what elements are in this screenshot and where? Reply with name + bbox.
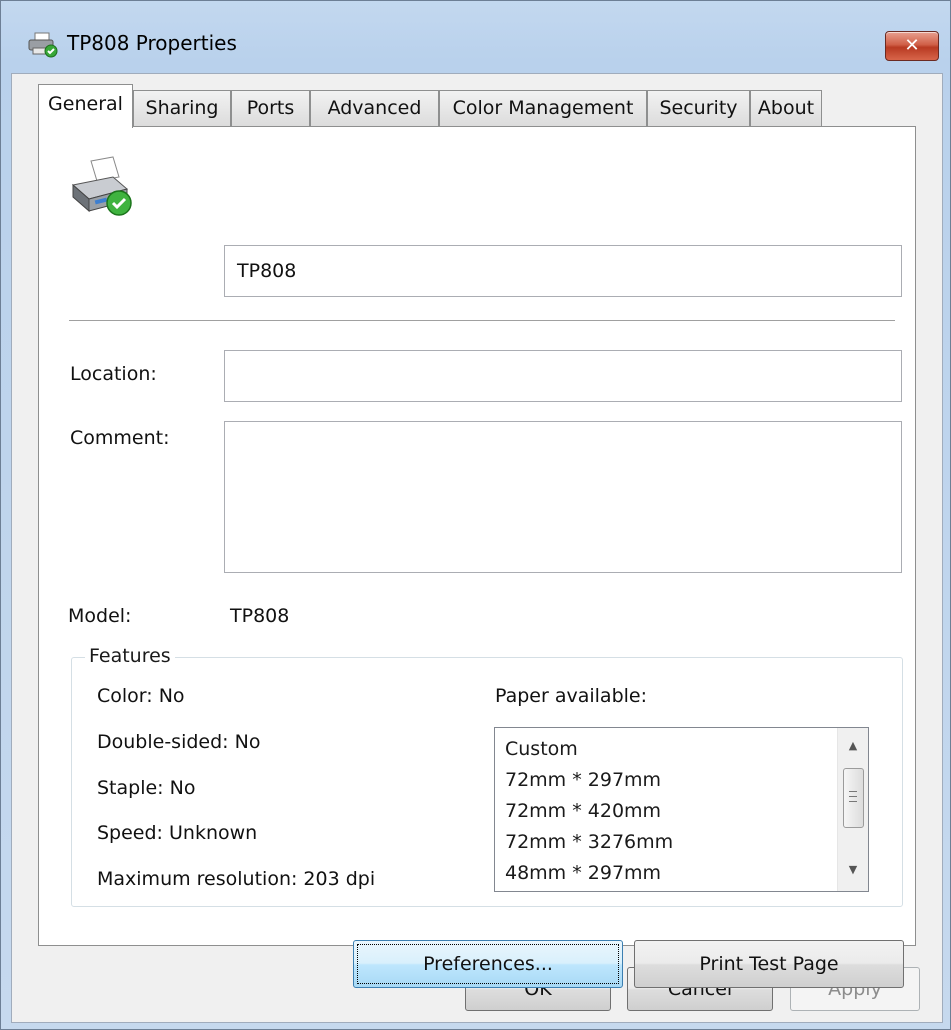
printer-icon <box>28 32 58 58</box>
feature-speed: Speed: Unknown <box>97 822 258 844</box>
paper-list[interactable]: Custom 72mm * 297mm 72mm * 420mm 72mm * … <box>494 727 869 892</box>
model-label: Model: <box>68 605 132 627</box>
list-item[interactable]: 48mm * 297mm <box>505 858 673 889</box>
tab-sharing[interactable]: Sharing <box>133 90 231 126</box>
feature-double-sided: Double-sided: No <box>97 731 261 753</box>
separator <box>69 320 895 322</box>
dialog-client: General Sharing Ports Advanced Color Man… <box>11 73 943 1023</box>
tab-general[interactable]: General <box>38 84 133 128</box>
location-label: Location: <box>70 363 157 385</box>
tab-color-management[interactable]: Color Management <box>439 90 647 126</box>
window-title: TP808 Properties <box>67 31 237 55</box>
scroll-up-icon[interactable]: ▲ <box>838 734 868 758</box>
feature-staple: Staple: No <box>97 777 196 799</box>
paper-list-scrollbar[interactable]: ▲ ▼ <box>837 728 868 891</box>
scrollbar-thumb[interactable] <box>843 768 864 828</box>
tab-security[interactable]: Security <box>647 90 750 126</box>
list-item[interactable]: 72mm * 3276mm <box>505 827 673 858</box>
paper-available-label: Paper available: <box>495 685 648 707</box>
tab-ports[interactable]: Ports <box>231 90 310 126</box>
properties-window: TP808 Properties ✕ General Sharing Ports… <box>0 0 951 1030</box>
title-bar[interactable]: TP808 Properties ✕ <box>1 1 950 73</box>
comment-field[interactable] <box>224 421 902 573</box>
features-legend: Features <box>85 645 175 667</box>
feature-color: Color: No <box>97 685 185 707</box>
preferences-button[interactable]: Preferences... <box>353 940 623 988</box>
scroll-down-icon[interactable]: ▼ <box>838 858 868 882</box>
model-value: TP808 <box>230 605 290 627</box>
list-item[interactable]: 72mm * 297mm <box>505 765 673 796</box>
printer-name-field[interactable]: TP808 <box>224 245 902 297</box>
feature-max-resolution: Maximum resolution: 203 dpi <box>97 868 376 890</box>
comment-label: Comment: <box>70 427 170 449</box>
tab-about[interactable]: About <box>750 90 822 126</box>
close-button[interactable]: ✕ <box>885 31 939 61</box>
general-tab-panel: TP808 Location: Comment: Model: TP808 Fe… <box>38 126 916 988</box>
list-item[interactable]: Custom <box>505 734 673 765</box>
print-test-page-button[interactable]: Print Test Page <box>634 940 904 988</box>
location-field[interactable] <box>224 350 902 402</box>
printer-ready-icon <box>71 156 132 216</box>
tab-advanced[interactable]: Advanced <box>310 90 439 126</box>
list-item[interactable]: 72mm * 420mm <box>505 796 673 827</box>
